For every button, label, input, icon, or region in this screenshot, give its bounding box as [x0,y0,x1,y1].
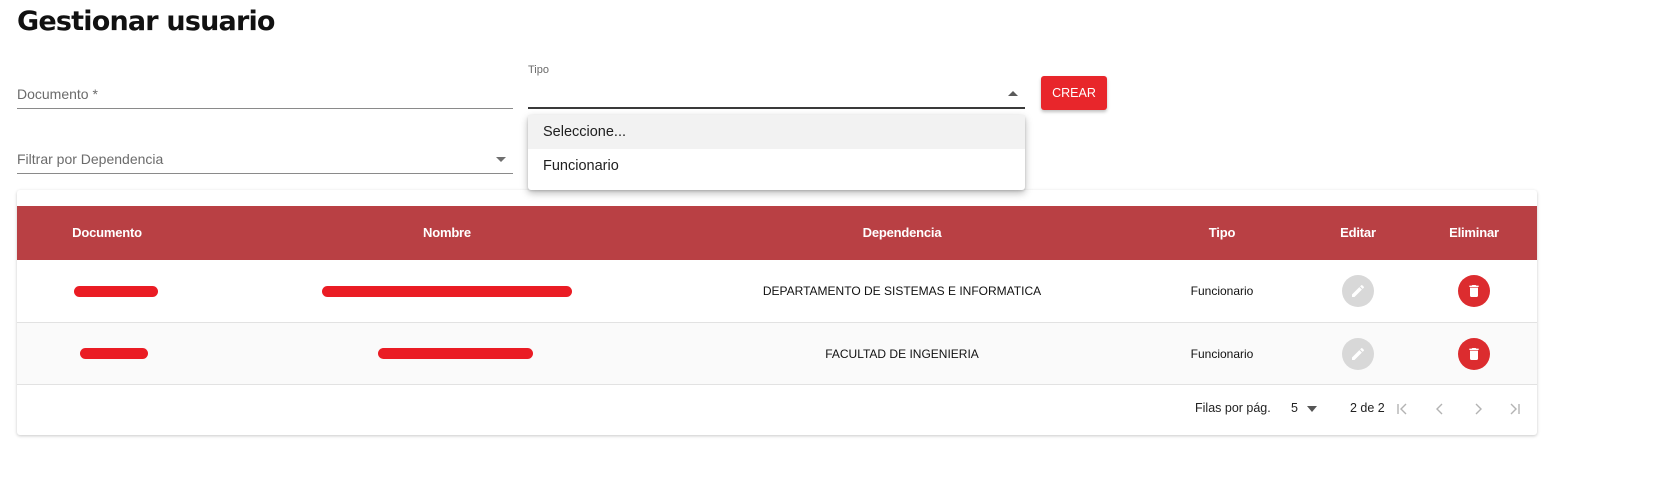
cell-eliminar [1421,260,1527,322]
caret-down-icon [496,157,506,162]
trash-icon [1469,347,1479,360]
filtrar-dependencia-select[interactable]: Filtrar por Dependencia [17,142,513,174]
tipo-select[interactable]: Tipo [528,62,1025,109]
rows-per-page-select[interactable]: 5 [1291,385,1318,435]
table-pagination: Filas por pág. 5 2 de 2 [17,385,1537,435]
caret-down-icon [1307,405,1318,412]
page-info: 2 de 2 [1350,401,1385,415]
tipo-label: Tipo [528,64,549,76]
rows-per-page-value: 5 [1291,401,1298,415]
crear-button[interactable]: CREAR [1041,76,1107,110]
table-header: Documento Nombre Dependencia Tipo Editar… [17,206,1537,260]
cell-documento [17,323,197,384]
dropdown-option-funcionario[interactable]: Funcionario [528,149,1025,183]
redaction-mark [377,348,533,359]
table-row: DEPARTAMENTO DE SISTEMAS E INFORMATICA F… [17,260,1537,323]
cell-tipo: Funcionario [1190,284,1254,298]
cell-nombre [197,260,697,322]
chevron-right-icon[interactable] [1471,402,1485,416]
header-documento: Documento [72,225,142,240]
last-page-icon[interactable] [1507,402,1521,416]
documento-field[interactable]: Documento * [17,78,513,109]
documento-placeholder: Documento * [17,86,98,102]
header-editar: Editar [1340,225,1376,240]
cell-documento [17,260,197,322]
usuarios-table: Documento Nombre Dependencia Tipo Editar… [17,190,1537,435]
edit-button[interactable] [1342,337,1374,370]
cell-editar [1305,260,1411,322]
trash-icon [1469,285,1479,297]
header-nombre: Nombre [423,225,471,240]
edit-button[interactable] [1342,275,1374,307]
rows-per-page-label: Filas por pág. [1195,401,1271,415]
dropdown-option-seleccione[interactable]: Seleccione... [528,115,1025,149]
cell-dependencia: FACULTAD DE INGENIERIA [825,346,979,361]
table-row: FACULTAD DE INGENIERIA Funcionario [17,323,1537,385]
delete-button[interactable] [1458,275,1490,307]
first-page-icon[interactable] [1396,402,1410,416]
cell-eliminar [1421,323,1527,384]
redaction-mark [79,348,148,359]
caret-up-icon [1008,91,1018,96]
cell-editar [1305,323,1411,384]
pencil-icon [1352,284,1365,297]
delete-button[interactable] [1458,337,1490,370]
redaction-mark [73,285,158,297]
tipo-dropdown-menu: Seleccione... Funcionario [528,115,1025,190]
chevron-left-icon[interactable] [1433,402,1447,416]
redaction-mark [322,285,572,297]
header-tipo: Tipo [1208,225,1236,240]
header-eliminar: Eliminar [1449,225,1499,240]
cell-nombre [197,323,697,384]
page-title: Gestionar usuario [17,6,275,37]
cell-tipo: Funcionario [1190,346,1254,361]
cell-dependencia: DEPARTAMENTO DE SISTEMAS E INFORMATICA [762,284,1042,298]
filtrar-dependencia-placeholder: Filtrar por Dependencia [17,151,164,167]
pencil-icon [1352,347,1365,360]
header-dependencia: Dependencia [862,225,942,240]
